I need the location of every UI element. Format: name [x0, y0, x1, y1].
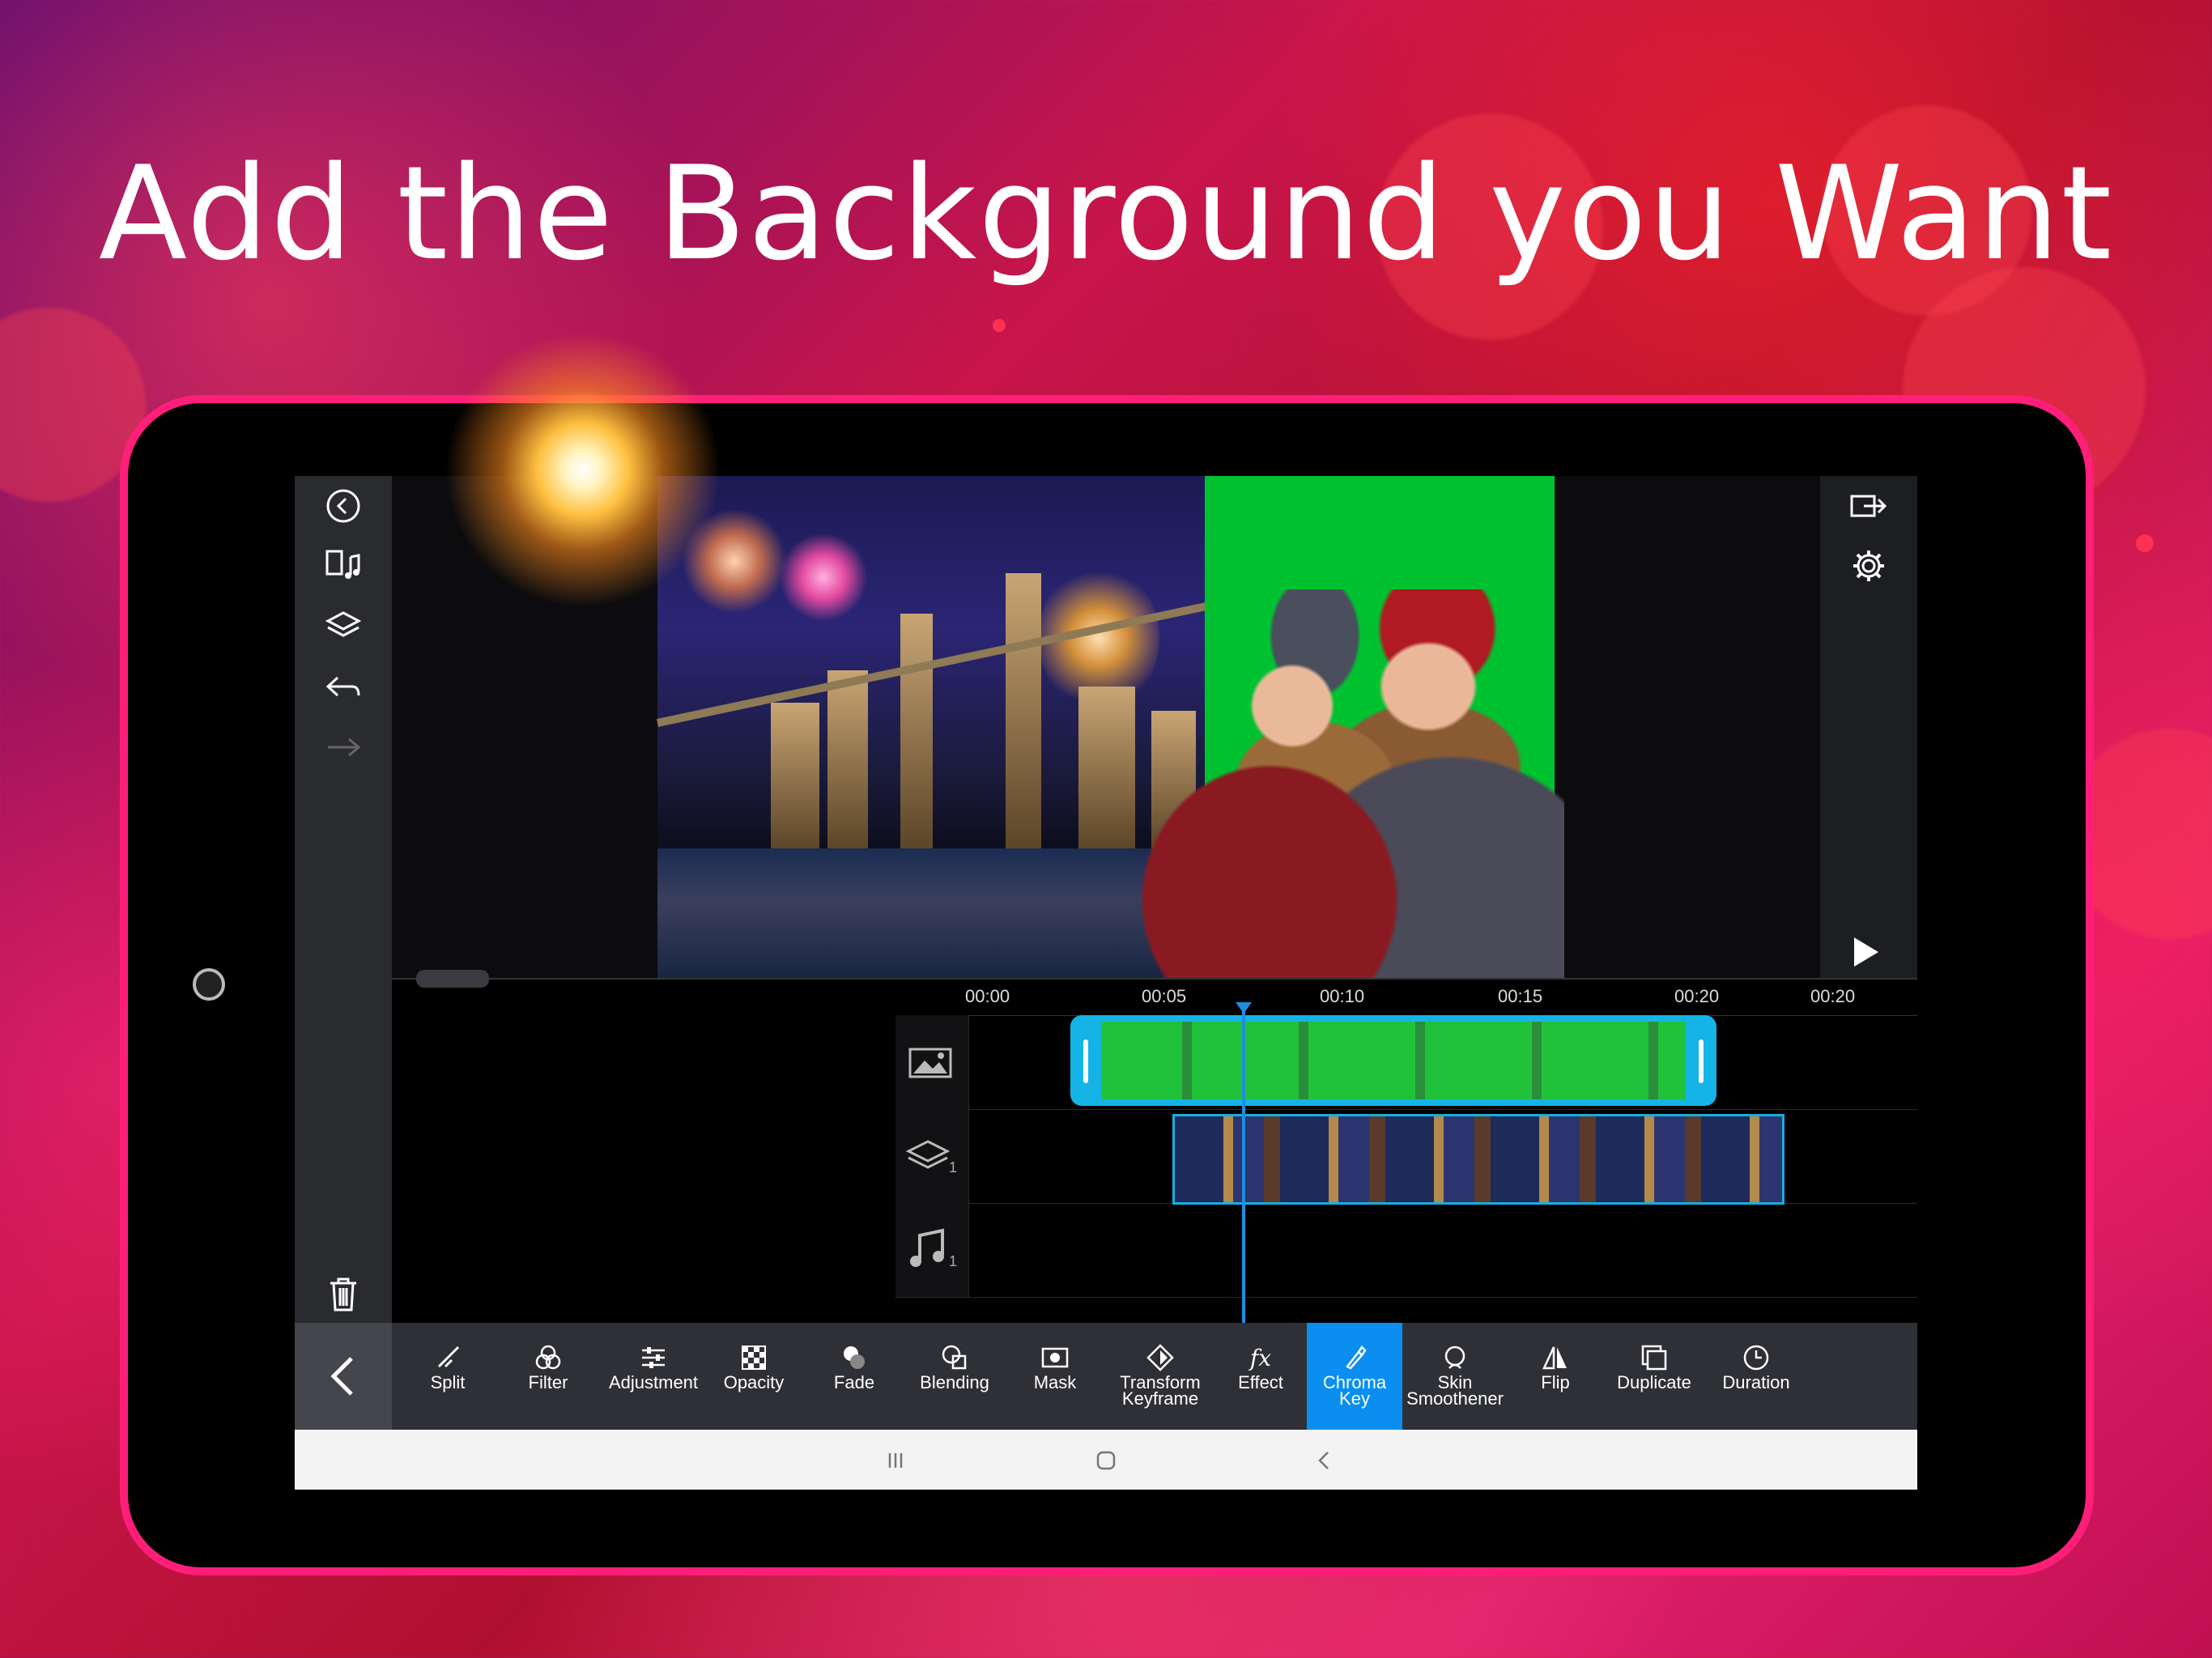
skin-smoothener-icon: [1441, 1344, 1469, 1371]
editor-screen: 00:00 00:05 00:10 00:15 00:20 00:20 1 1: [295, 476, 1917, 1490]
track-row: [895, 1203, 1917, 1298]
skyscraper: [900, 614, 933, 848]
skyscraper: [771, 703, 819, 848]
tick-label: 00:05: [1142, 986, 1187, 1006]
bokeh-light: [2065, 729, 2212, 939]
tool-label: Filter: [528, 1372, 568, 1392]
clip-trim-handle[interactable]: [1699, 1039, 1704, 1083]
tool-label: Mask: [1033, 1372, 1077, 1392]
headline: Add the Background you Want: [98, 138, 2114, 289]
chroma-key-button[interactable]: Chroma Key: [1307, 1323, 1402, 1430]
fade-icon: [840, 1344, 868, 1371]
duration-icon: [1742, 1344, 1770, 1371]
tool-label: Duplicate: [1617, 1372, 1691, 1392]
music-track-icon[interactable]: 1: [895, 1203, 969, 1297]
back-circle-icon[interactable]: [319, 486, 368, 526]
subjects-image: [1111, 589, 1564, 978]
layer-track-icon[interactable]: 1: [895, 1109, 969, 1203]
adjustment-icon: [640, 1344, 667, 1371]
recents-icon[interactable]: [879, 1444, 912, 1477]
duplicate-button[interactable]: Duplicate: [1606, 1323, 1702, 1430]
image-track-icon[interactable]: [895, 1015, 969, 1109]
tool-label: Chroma Key: [1322, 1372, 1387, 1409]
tool-label: Fade: [833, 1372, 875, 1392]
blending-icon: [941, 1344, 968, 1371]
settings-icon[interactable]: [1844, 546, 1893, 586]
filter-button[interactable]: Filter: [500, 1323, 596, 1430]
chroma-key-icon: [1341, 1344, 1368, 1371]
tool-label: Adjustment: [608, 1372, 699, 1392]
tool-label: Opacity: [723, 1372, 785, 1392]
collapse-toolbar-button[interactable]: [295, 1323, 392, 1430]
android-navbar: [295, 1430, 1917, 1490]
blending-button[interactable]: Blending: [907, 1323, 1002, 1430]
flip-button[interactable]: Flip: [1508, 1323, 1603, 1430]
tool-label: Skin Smoothener: [1406, 1372, 1504, 1409]
adjustment-button[interactable]: Adjustment: [601, 1323, 706, 1430]
firework: [421, 308, 745, 631]
track-count: 1: [949, 1159, 958, 1175]
tick-label: 00:15: [1498, 986, 1543, 1006]
back-icon[interactable]: [1308, 1444, 1341, 1477]
tool-label: Split: [430, 1372, 466, 1392]
opacity-button[interactable]: Opacity: [706, 1323, 802, 1430]
chroma-clip[interactable]: [1070, 1015, 1716, 1106]
split-button[interactable]: Split: [400, 1323, 496, 1430]
tool-label: Transform Keyframe: [1120, 1372, 1201, 1409]
timeline: 00:00 00:05 00:10 00:15 00:20 00:20 1 1: [392, 970, 1917, 1346]
duration-button[interactable]: Duration: [1708, 1323, 1804, 1430]
tool-label: Duration: [1722, 1372, 1790, 1392]
firework: [779, 533, 868, 622]
duplicate-icon: [1640, 1344, 1668, 1371]
bokeh-light: [0, 308, 146, 502]
flip-icon: [1542, 1344, 1569, 1371]
trash-icon[interactable]: [319, 1274, 368, 1315]
skin-smoothener-button[interactable]: Skin Smoothener: [1402, 1323, 1508, 1430]
clip-trim-handle[interactable]: [1083, 1039, 1088, 1083]
tablet-camera: [193, 968, 225, 1001]
play-icon[interactable]: [1854, 937, 1878, 967]
split-icon: [434, 1344, 462, 1371]
resize-handle[interactable]: [416, 970, 489, 988]
bokeh-dot: [993, 319, 1006, 332]
effect-icon: fx: [1249, 1344, 1272, 1371]
effect-button[interactable]: fx Effect: [1213, 1323, 1308, 1430]
tool-label: Blending: [920, 1372, 989, 1392]
tick-label: 00:10: [1320, 986, 1365, 1006]
home-icon[interactable]: [1090, 1444, 1122, 1477]
tool-label: Flip: [1541, 1372, 1570, 1392]
skyscraper: [1006, 573, 1041, 848]
skyscraper: [827, 670, 868, 848]
bokeh-dot: [2136, 534, 2154, 552]
mask-icon: [1041, 1344, 1069, 1371]
right-toolbar: [1820, 476, 1917, 978]
media-library-icon[interactable]: [319, 546, 368, 586]
tick-label: 00:00: [965, 986, 1010, 1006]
divider: [392, 978, 1917, 980]
undo-icon[interactable]: [319, 667, 368, 708]
time-ruler[interactable]: 00:00 00:05 00:10 00:15 00:20 00:20: [895, 981, 1917, 1016]
layers-icon[interactable]: [319, 606, 368, 646]
tool-label: Effect: [1238, 1372, 1283, 1392]
track-count: 1: [949, 1253, 958, 1269]
transform-keyframe-button[interactable]: Transform Keyframe: [1108, 1323, 1213, 1430]
export-icon[interactable]: [1844, 486, 1893, 526]
mask-button[interactable]: Mask: [1007, 1323, 1103, 1430]
filter-icon: [534, 1344, 562, 1371]
redo-icon[interactable]: [319, 727, 368, 767]
opacity-icon: [740, 1344, 768, 1371]
background-clip[interactable]: [1172, 1114, 1784, 1205]
video-preview[interactable]: [656, 476, 1849, 978]
tick-label: 00:20: [1810, 986, 1856, 1006]
clip-thumbnails: [1101, 1022, 1686, 1099]
edit-toolbar: Split Filter Adjustment Opacity Fade Ble…: [295, 1323, 1917, 1430]
tick-label: 00:20: [1674, 986, 1720, 1006]
fade-button[interactable]: Fade: [806, 1323, 902, 1430]
left-toolbar: [295, 476, 392, 1323]
playhead[interactable]: [1242, 1005, 1245, 1346]
transform-keyframe-icon: [1146, 1344, 1174, 1371]
